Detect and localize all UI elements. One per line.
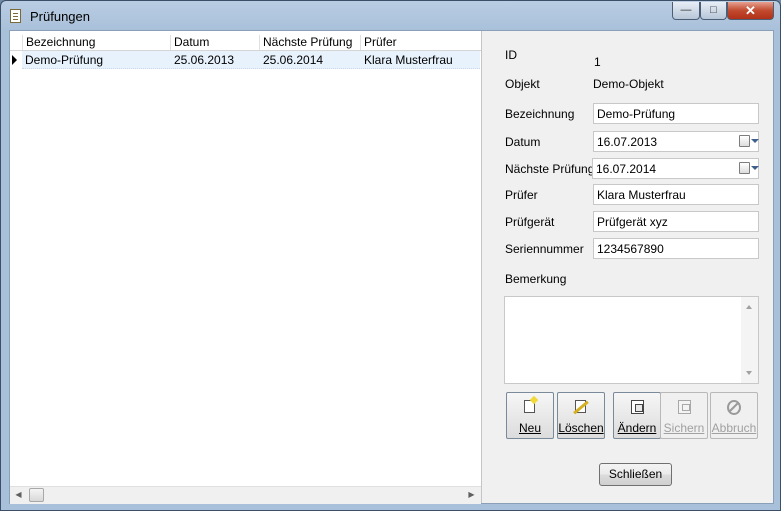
- seriennummer-label: Seriennummer: [505, 242, 584, 256]
- datum-value: 16.07.2013: [597, 135, 658, 149]
- bemerkung-label: Bemerkung: [505, 272, 567, 286]
- naechste-pruefung-label: Nächste Prüfung: [505, 162, 595, 176]
- pruefer-label: Prüfer: [505, 188, 538, 202]
- dropdown-arrow-icon: [751, 139, 759, 143]
- id-value: 1: [594, 55, 601, 69]
- bezeichnung-label: Bezeichnung: [505, 107, 575, 121]
- save-icon: [678, 400, 691, 414]
- naechste-pruefung-picker-button[interactable]: [737, 161, 759, 176]
- window-title: Prüfungen: [30, 9, 90, 24]
- pruefgeraet-field[interactable]: Prüfgerät xyz: [593, 211, 759, 232]
- cell-naechste-pruefung: 25.06.2014: [263, 53, 324, 67]
- pruefgeraet-label: Prüfgerät: [505, 215, 555, 229]
- list-header: Bezeichnung Datum Nächste Prüfung Prüfer: [10, 33, 481, 51]
- id-label: ID: [505, 48, 517, 62]
- naechste-pruefung-value: 16.07.2014: [596, 162, 657, 176]
- close-window-button[interactable]: ✕: [727, 2, 774, 20]
- new-button[interactable]: Neu: [506, 392, 554, 439]
- cell-bezeichnung: Demo-Prüfung: [25, 53, 104, 67]
- objekt-label: Objekt: [505, 77, 540, 91]
- objekt-value: Demo-Objekt: [593, 77, 664, 91]
- scroll-down-icon[interactable]: [746, 371, 752, 375]
- scroll-up-icon[interactable]: [746, 305, 752, 309]
- calendar-icon: [739, 135, 750, 147]
- new-button-label: Neu: [518, 421, 541, 435]
- new-icon: [524, 400, 535, 413]
- minimize-button[interactable]: —: [672, 2, 700, 20]
- document-icon: [10, 9, 21, 23]
- save-button[interactable]: Sichern: [660, 392, 708, 439]
- delete-button-label: Löschen: [558, 421, 604, 435]
- cell-pruefer: Klara Musterfrau: [364, 53, 453, 67]
- horizontal-scrollbar[interactable]: ◀ ▶: [10, 486, 481, 504]
- save-button-label: Sichern: [663, 421, 705, 435]
- client-area: Bezeichnung Datum Nächste Prüfung Prüfer…: [9, 30, 774, 504]
- column-header-datum[interactable]: Datum: [170, 35, 258, 50]
- edit-button-label: Ändern: [617, 421, 657, 435]
- bezeichnung-field[interactable]: Demo-Prüfung: [593, 103, 759, 124]
- table-row[interactable]: Demo-Prüfung 25.06.2013 25.06.2014 Klara…: [22, 51, 480, 69]
- datum-label: Datum: [505, 135, 541, 149]
- datum-picker-button[interactable]: [737, 134, 759, 149]
- bemerkung-textarea[interactable]: [504, 296, 759, 384]
- delete-button[interactable]: Löschen: [557, 392, 605, 439]
- dropdown-arrow-icon: [751, 166, 759, 170]
- delete-icon: [575, 400, 586, 413]
- maximize-button[interactable]: □: [700, 2, 727, 20]
- datum-field[interactable]: 16.07.2013: [593, 131, 759, 152]
- column-header-bezeichnung[interactable]: Bezeichnung: [22, 35, 170, 50]
- cell-datum: 25.06.2013: [174, 53, 235, 67]
- title-bar[interactable]: Prüfungen — □ ✕: [1, 1, 780, 31]
- edit-icon: [631, 400, 644, 414]
- naechste-pruefung-field[interactable]: 16.07.2014: [592, 158, 759, 179]
- scroll-left-icon[interactable]: ◀: [14, 490, 23, 500]
- column-header-pruefer[interactable]: Prüfer: [360, 35, 481, 50]
- app-window: Prüfungen — □ ✕ Bezeichnung Datum Nächst…: [0, 0, 781, 511]
- current-row-indicator-icon: [12, 55, 17, 65]
- vertical-scrollbar[interactable]: [741, 297, 758, 383]
- scroll-right-icon[interactable]: ▶: [467, 490, 476, 500]
- scroll-thumb[interactable]: [29, 488, 44, 502]
- close-dialog-button[interactable]: Schließen: [599, 463, 672, 486]
- cancel-button-label: Abbruch: [711, 421, 757, 435]
- column-header-naechste-pruefung[interactable]: Nächste Prüfung: [259, 35, 359, 50]
- pruefer-field[interactable]: Klara Musterfrau: [593, 184, 759, 205]
- edit-button[interactable]: Ändern: [613, 392, 661, 439]
- cancel-button[interactable]: Abbruch: [710, 392, 758, 439]
- cancel-icon: [727, 400, 741, 415]
- seriennummer-field[interactable]: 1234567890: [593, 238, 759, 259]
- pruefungen-list[interactable]: Bezeichnung Datum Nächste Prüfung Prüfer…: [10, 31, 482, 504]
- calendar-icon: [739, 162, 750, 174]
